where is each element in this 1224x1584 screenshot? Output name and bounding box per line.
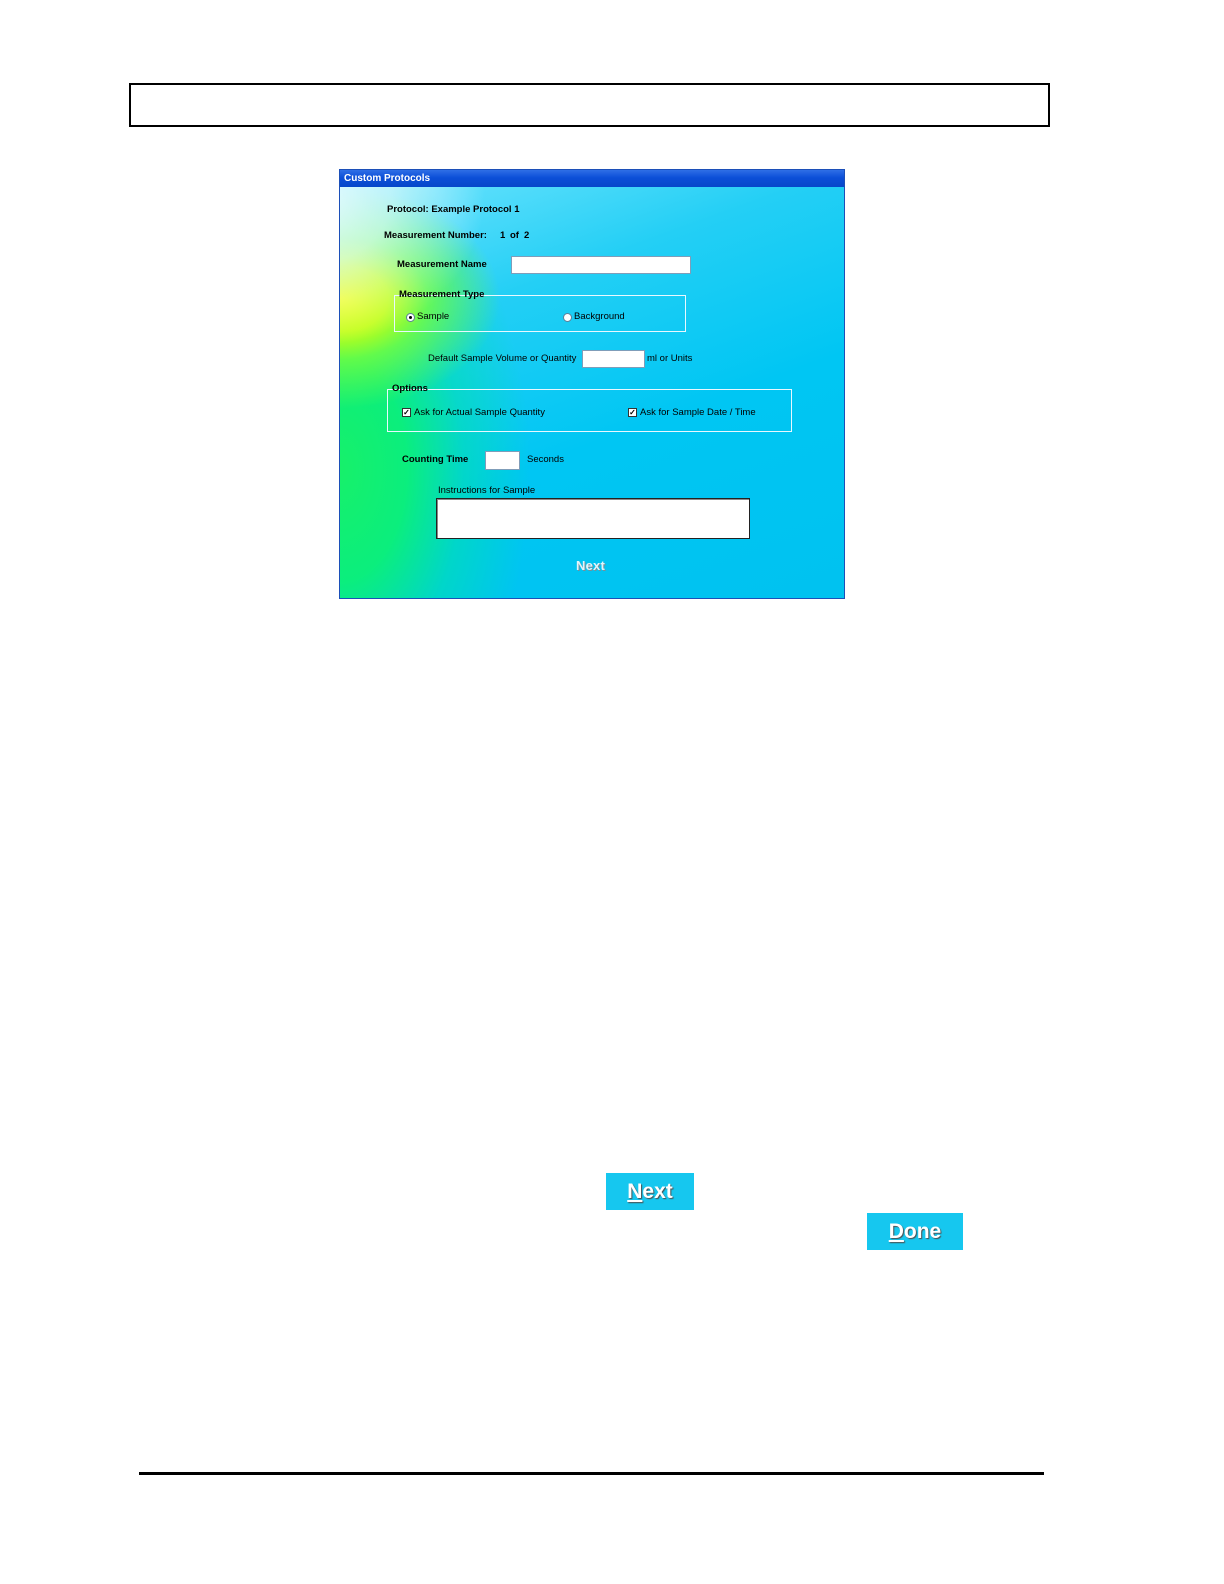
instructions-label: Instructions for Sample — [438, 485, 536, 496]
protocol-label: Protocol: Example Protocol 1 — [387, 204, 520, 215]
ask-actual-quantity-checkbox[interactable]: ✓ — [402, 408, 411, 417]
measurement-number-value: 1 — [500, 230, 506, 241]
default-volume-units: ml or Units — [647, 353, 693, 364]
page-header-box — [129, 83, 1050, 127]
ask-date-time-label: Ask for Sample Date / Time — [640, 407, 756, 418]
background-radio[interactable] — [563, 313, 572, 322]
measurement-name-input[interactable] — [511, 256, 691, 274]
dialog-title: Custom Protocols — [340, 170, 844, 187]
ask-date-time-checkbox[interactable]: ✓ — [628, 408, 637, 417]
counting-time-label: Counting Time — [402, 454, 469, 465]
default-volume-label: Default Sample Volume or Quantity — [428, 353, 577, 364]
next-button-mnemonic: N — [627, 1180, 643, 1203]
dialog-next-button[interactable]: Next — [576, 558, 605, 573]
ask-actual-quantity-label: Ask for Actual Sample Quantity — [414, 407, 545, 418]
measurement-of-label: of — [510, 230, 519, 241]
done-button-mnemonic: D — [888, 1220, 904, 1243]
footer-rule — [139, 1472, 1044, 1475]
measurement-total-value: 2 — [524, 230, 530, 241]
counting-time-input[interactable] — [485, 451, 520, 470]
sample-radio-label: Sample — [417, 311, 450, 322]
measurement-type-title: Measurement Type — [399, 289, 485, 300]
options-title: Options — [392, 383, 428, 394]
done-button-rest: one — [903, 1220, 942, 1243]
sample-radio[interactable] — [406, 313, 415, 322]
next-button-graphic: Next — [606, 1173, 694, 1210]
done-button-graphic: Done — [867, 1213, 963, 1250]
default-volume-input[interactable] — [582, 350, 645, 368]
counting-time-units: Seconds — [527, 454, 564, 465]
custom-protocols-dialog: Custom Protocols Protocol: Example Proto… — [339, 169, 845, 599]
measurement-number-label: Measurement Number: — [384, 230, 487, 241]
instructions-textarea[interactable] — [436, 498, 750, 539]
measurement-name-label: Measurement Name — [397, 259, 487, 270]
background-radio-label: Background — [574, 311, 625, 322]
next-button-rest: ext — [642, 1180, 673, 1203]
